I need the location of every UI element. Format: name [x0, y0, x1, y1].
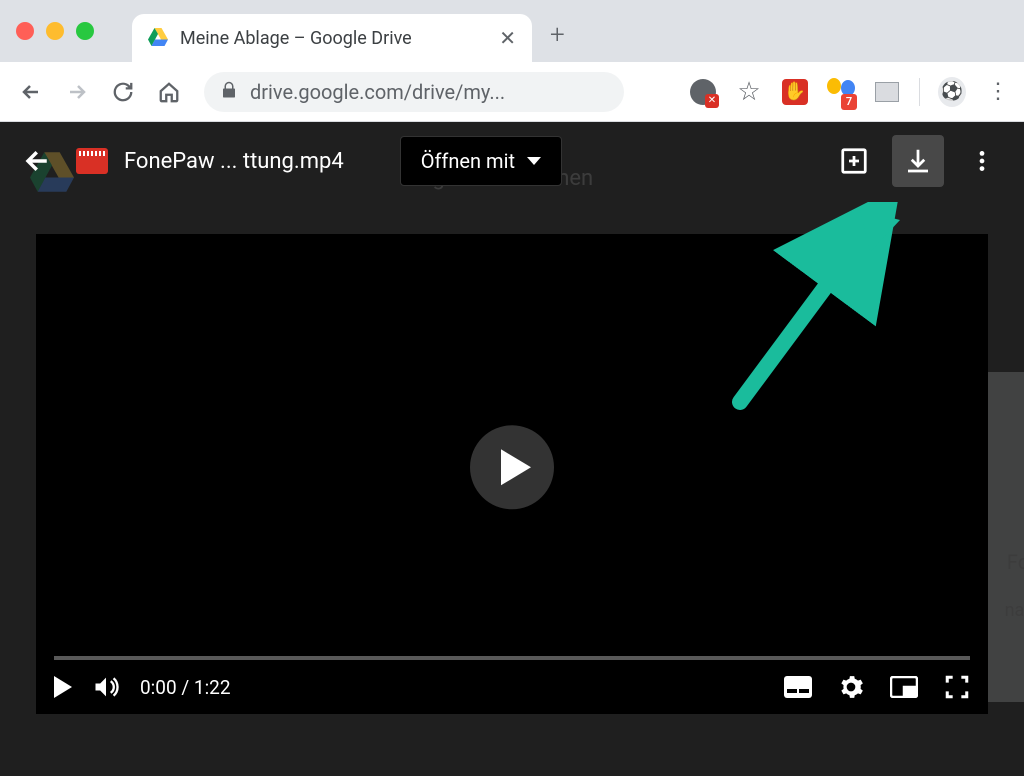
tab-title: Meine Ablage – Google Drive [180, 28, 487, 49]
fullscreen-button[interactable] [944, 674, 970, 700]
drive-favicon [148, 28, 168, 48]
video-time: 0:00 / 1:22 [140, 676, 231, 699]
settings-button[interactable] [838, 674, 864, 700]
bg-side-panel [984, 372, 1024, 702]
extension-area: ✕ ☆ ✋ 7 ⚽ ⋮ [689, 78, 1012, 106]
new-tab-button[interactable]: + [550, 20, 565, 50]
caret-down-icon [527, 157, 541, 165]
browser-tab[interactable]: Meine Ablage – Google Drive ✕ [132, 14, 532, 62]
window-controls [16, 22, 94, 40]
captions-button[interactable] [784, 676, 812, 698]
miniplayer-button[interactable] [890, 676, 918, 698]
extension-badge: 7 [841, 94, 857, 110]
nav-reload-button[interactable] [104, 73, 142, 111]
nav-home-button[interactable] [150, 73, 188, 111]
open-with-button[interactable]: Öffnen mit [400, 136, 562, 186]
bg-side-text1: Foi [1007, 550, 1024, 574]
window-close-button[interactable] [16, 22, 34, 40]
cookie-extension-icon[interactable]: ✕ [689, 78, 717, 106]
nav-back-button[interactable] [12, 73, 50, 111]
window-maximize-button[interactable] [76, 22, 94, 40]
play-icon [501, 449, 531, 485]
bookmark-star-icon[interactable]: ☆ [735, 78, 763, 106]
download-button[interactable] [892, 135, 944, 187]
preview-toolbar: FonePaw ... ttung.mp4 Öffnen mit [0, 122, 1024, 200]
volume-button[interactable] [92, 673, 120, 701]
add-to-drive-button[interactable] [828, 135, 880, 187]
play-overlay-button[interactable] [470, 425, 554, 509]
browser-tab-strip: Meine Ablage – Google Drive ✕ + [0, 0, 1024, 62]
toolbar-divider [919, 78, 920, 106]
lock-icon [220, 81, 238, 103]
more-actions-button[interactable] [956, 135, 1008, 187]
browser-menu-button[interactable]: ⋮ [984, 78, 1012, 106]
profile-avatar[interactable]: ⚽ [938, 78, 966, 106]
nav-forward-button[interactable] [58, 73, 96, 111]
open-with-label: Öffnen mit [421, 149, 515, 173]
play-button[interactable] [54, 676, 72, 698]
balloons-extension-icon[interactable]: 7 [827, 78, 855, 106]
preview-file-name: FonePaw ... ttung.mp4 [124, 149, 344, 174]
window-minimize-button[interactable] [46, 22, 64, 40]
video-player[interactable]: 0:00 / 1:22 [36, 234, 988, 714]
browser-toolbar: drive.google.com/drive/my... ✕ ☆ ✋ 7 ⚽ ⋮ [0, 62, 1024, 122]
address-bar[interactable]: drive.google.com/drive/my... [204, 72, 624, 112]
bg-side-text2: nabe [1005, 600, 1024, 621]
url-text: drive.google.com/drive/my... [250, 80, 505, 104]
video-controls: 0:00 / 1:22 [36, 660, 988, 714]
preview-back-button[interactable] [16, 139, 60, 183]
file-preview-overlay: ogle Drive suchen Foi nabe FonePaw ... t… [0, 122, 1024, 776]
tab-close-icon[interactable]: ✕ [499, 26, 516, 50]
image-extension-icon[interactable] [873, 78, 901, 106]
video-file-icon [76, 148, 108, 174]
adblock-extension-icon[interactable]: ✋ [781, 78, 809, 106]
